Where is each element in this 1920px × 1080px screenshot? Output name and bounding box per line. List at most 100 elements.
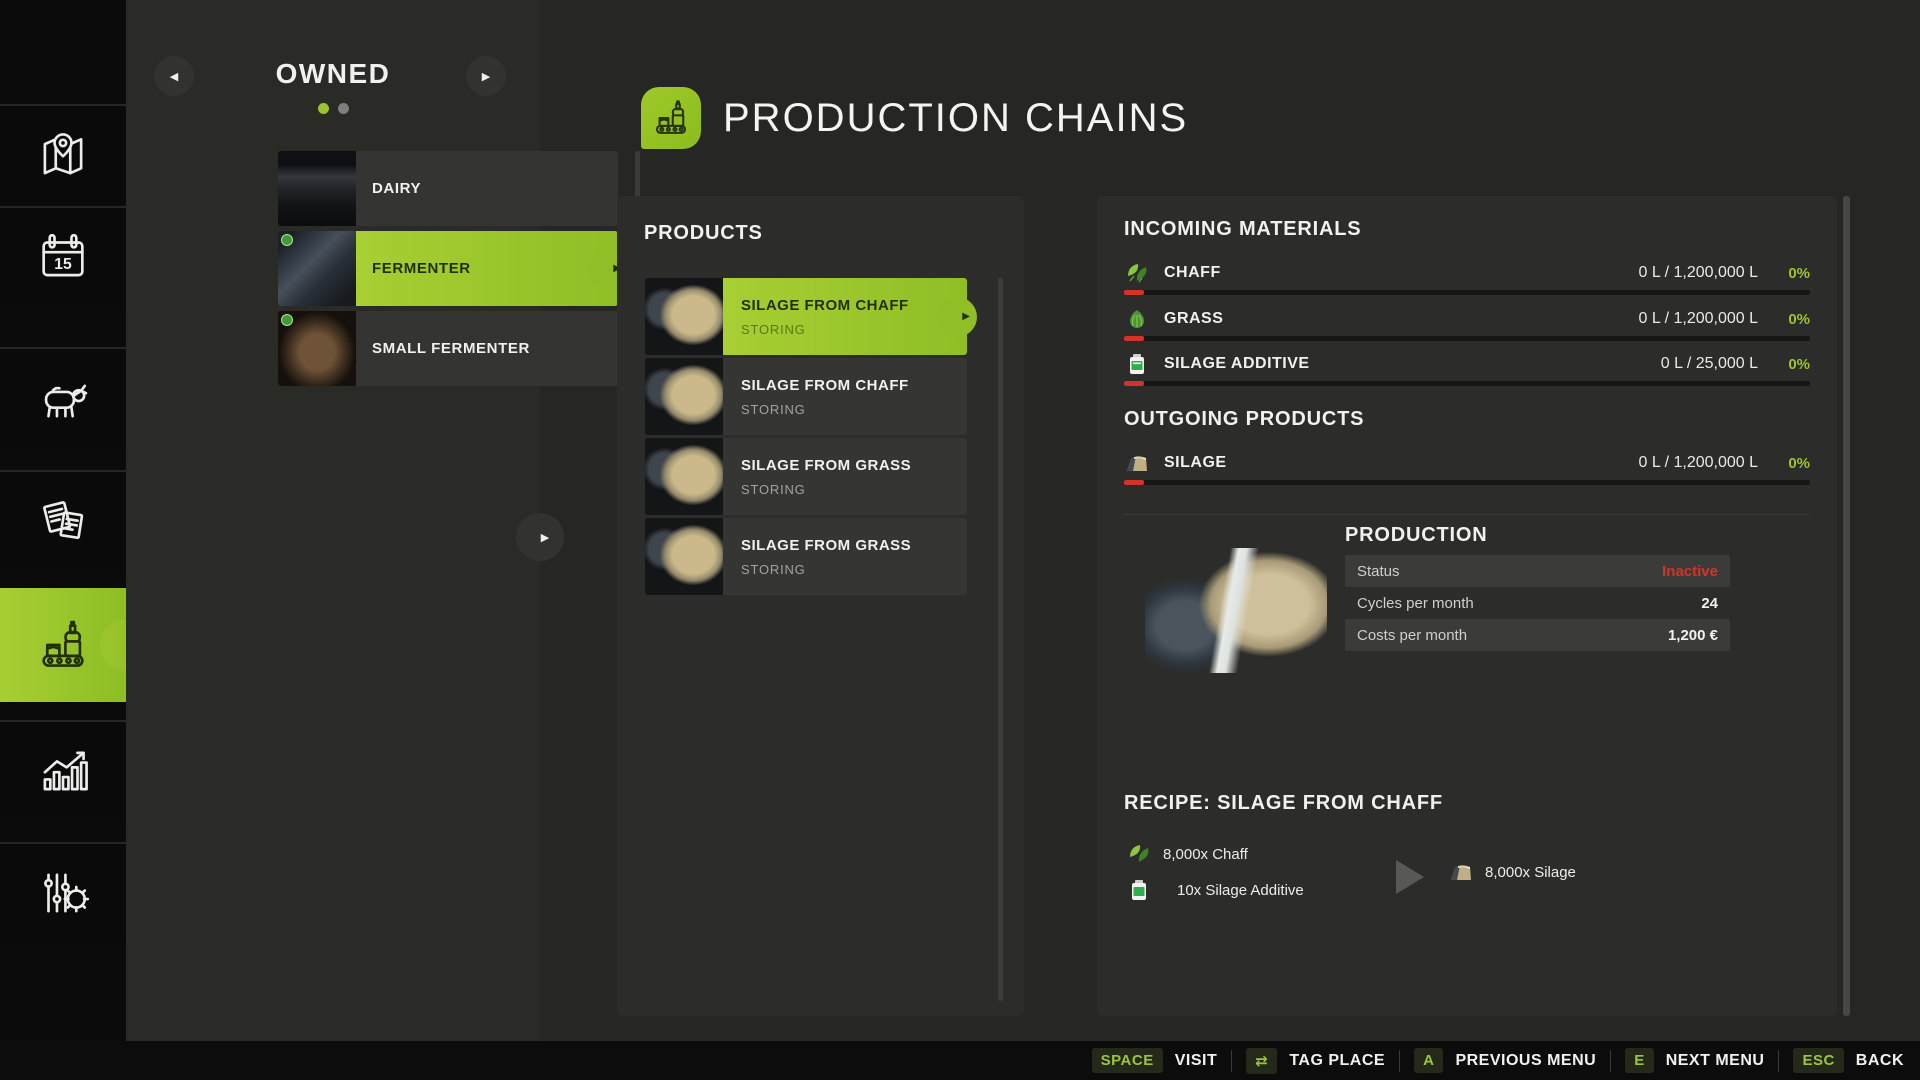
outgoing-products-title: OUTGOING PRODUCTS [1124, 408, 1365, 430]
products-scrollbar[interactable] [998, 278, 1003, 1001]
contracts-icon [43, 501, 84, 540]
action-visit[interactable]: SPACE VISIT [1091, 1048, 1218, 1073]
separator [1610, 1049, 1612, 1072]
sidebar-item-map[interactable] [0, 104, 126, 204]
chaff-icon [1127, 842, 1151, 866]
material-fill-value: 0 L / 1,200,000 L [1638, 264, 1758, 281]
recipe-input-qty: 10x Silage Additive [1177, 881, 1304, 899]
settings-icon [44, 873, 90, 913]
products-panel: PRODUCTS ▶ SILAGE FROM CHAFF STORING SIL… [617, 196, 1024, 1016]
panel-expand-arrow[interactable]: ▶ [516, 513, 564, 561]
material-name: SILAGE ADDITIVE [1164, 355, 1310, 372]
production-row-label: Costs per month [1357, 626, 1468, 644]
production-title: PRODUCTION [1345, 524, 1488, 546]
product-status: STORING [741, 561, 806, 577]
production-row-costs: Costs per month 1,200 € [1345, 619, 1730, 651]
sidebar-item-production-chains[interactable]: ▶ [0, 588, 152, 702]
silage-additive-icon [1124, 351, 1150, 377]
sidebar-item-animals[interactable] [0, 347, 126, 447]
recipe-title: RECIPE: SILAGE FROM CHAFF [1124, 792, 1443, 814]
e-keycap: E [1625, 1048, 1654, 1073]
statistics-icon [43, 751, 88, 791]
material-progress-bar [1124, 381, 1810, 386]
material-name: CHAFF [1164, 264, 1221, 281]
product-status: STORING [741, 401, 806, 417]
production-row-label: Status [1357, 562, 1400, 580]
recipe-arrow-icon [1396, 860, 1424, 894]
silage-additive-icon [1127, 878, 1151, 902]
product-item-silage-from-chaff[interactable]: SILAGE FROM CHAFF STORING [645, 358, 967, 435]
material-progress-bar [1124, 480, 1810, 485]
material-row-grass[interactable]: GRASS 0 L / 1,200,000 L 0% [1124, 304, 1810, 334]
production-row-label: Cycles per month [1357, 594, 1474, 612]
separator [1778, 1049, 1780, 1072]
material-fill-percent: 0% [1788, 454, 1810, 472]
product-item-silage-from-chaff[interactable]: ▶ SILAGE FROM CHAFF STORING [645, 278, 977, 355]
product-title: SILAGE FROM GRASS [741, 536, 912, 554]
action-label: NEXT MENU [1665, 1051, 1765, 1069]
material-fill-value: 0 L / 1,200,000 L [1638, 454, 1758, 471]
owned-item-label: FERMENTER [356, 231, 618, 306]
product-title: SILAGE FROM CHAFF [741, 376, 909, 394]
mods-badge [281, 314, 293, 326]
production-chains-icon [655, 100, 687, 134]
product-status: STORING [741, 481, 806, 497]
material-fill-value: 0 L / 25,000 L [1660, 355, 1758, 372]
material-progress-bar [1124, 336, 1810, 341]
production-costs-value: 1,200 € [1667, 626, 1718, 644]
calendar-icon: 15 [42, 233, 84, 277]
a-keycap: A [1414, 1048, 1444, 1073]
silage-icon [1124, 450, 1150, 476]
production-cycles-value: 24 [1701, 594, 1718, 612]
action-label: PREVIOUS MENU [1455, 1051, 1597, 1069]
action-next-menu[interactable]: E NEXT MENU [1625, 1048, 1764, 1073]
product-item-silage-from-grass[interactable]: SILAGE FROM GRASS STORING [645, 438, 967, 515]
small-fermenter-thumbnail [278, 311, 356, 386]
grass-icon [1124, 306, 1150, 332]
action-label: TAG PLACE [1289, 1051, 1386, 1069]
owned-item-small-fermenter[interactable]: SMALL FERMENTER [278, 311, 618, 386]
material-row-silage-additive[interactable]: SILAGE ADDITIVE 0 L / 25,000 L 0% [1124, 349, 1810, 379]
material-fill-percent: 0% [1788, 310, 1810, 328]
recipe-output-silage: 8,000x Silage [1449, 860, 1576, 884]
owned-item-dairy[interactable]: DAIRY [278, 151, 618, 226]
tab-keycap: ⇄ [1246, 1047, 1278, 1074]
material-name: GRASS [1164, 310, 1224, 327]
owned-panel-title: OWNED [275, 58, 391, 89]
silage-thumbnail [645, 518, 723, 595]
selected-item-arrow: ▶ [937, 296, 977, 337]
owned-item-fermenter[interactable]: ▶ FERMENTER [278, 231, 628, 306]
recipe-output-qty: 8,000x Silage [1485, 863, 1576, 881]
sidebar-item-settings[interactable] [0, 842, 126, 942]
pagination-dot-active[interactable] [317, 103, 329, 114]
action-label: BACK [1855, 1051, 1904, 1069]
chaff-icon [1124, 260, 1150, 286]
recipe-input-chaff: 8,000x Chaff [1127, 842, 1248, 866]
material-row-silage[interactable]: SILAGE 0 L / 1,200,000 L 0% [1124, 448, 1810, 478]
bottom-action-bar: SPACE VISIT ⇄ TAG PLACE A PREVIOUS MENU … [0, 1041, 1920, 1080]
material-name: SILAGE [1164, 454, 1227, 471]
production-photo [1145, 548, 1327, 673]
separator [1231, 1049, 1233, 1072]
sidebar-item-contracts[interactable] [0, 470, 126, 570]
silage-icon [1449, 860, 1473, 884]
production-row-cycles: Cycles per month 24 [1345, 587, 1730, 619]
silage-thumbnail [645, 438, 723, 515]
sidebar-item-statistics[interactable] [0, 720, 126, 820]
production-chains-icon [42, 620, 84, 667]
sidebar-item-calendar[interactable]: 15 [0, 206, 126, 306]
pagination-dot[interactable] [337, 103, 349, 114]
action-back[interactable]: ESC BACK [1793, 1048, 1904, 1073]
action-previous-menu[interactable]: A PREVIOUS MENU [1414, 1048, 1596, 1073]
production-details-panel: INCOMING MATERIALS CHAFF 0 L / 1,200,000… [1097, 196, 1837, 1016]
silage-thumbnail [645, 358, 723, 435]
svg-text:15: 15 [54, 256, 72, 273]
material-row-chaff[interactable]: CHAFF 0 L / 1,200,000 L 0% [1124, 258, 1810, 288]
details-scrollbar[interactable] [1843, 196, 1850, 1016]
production-status-value: Inactive [1662, 562, 1718, 580]
product-item-silage-from-grass[interactable]: SILAGE FROM GRASS STORING [645, 518, 967, 595]
page-header-badge [641, 87, 701, 149]
page-title: PRODUCTION CHAINS [723, 96, 1189, 140]
production-row-status: Status Inactive [1345, 555, 1730, 587]
action-tag-place[interactable]: ⇄ TAG PLACE [1246, 1047, 1386, 1074]
